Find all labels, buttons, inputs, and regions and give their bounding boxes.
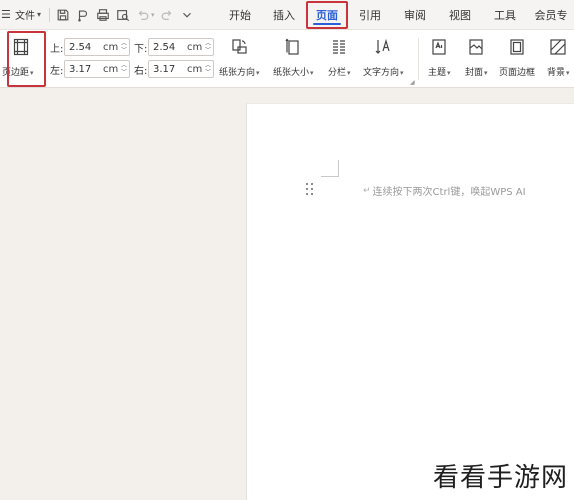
unit-label: cm bbox=[187, 63, 203, 75]
theme-icon bbox=[428, 36, 450, 58]
margin-corner-mark bbox=[338, 160, 339, 177]
ai-hint-text: 连续按下两次Ctrl键，唤起WPS AI bbox=[372, 187, 526, 198]
drag-handle-icon[interactable] bbox=[306, 183, 316, 197]
columns-icon bbox=[328, 36, 350, 58]
margin-bottom-field: 下: 2.54 cm ︿ ﹀ bbox=[134, 38, 214, 56]
chevron-down-icon: ▾ bbox=[37, 10, 42, 19]
orientation-label: 纸张方向 bbox=[219, 68, 256, 78]
tab-insert[interactable]: 插入 bbox=[262, 0, 306, 30]
unit-label: cm bbox=[187, 41, 203, 53]
tab-label: 引用 bbox=[359, 9, 381, 22]
dropdown-icon: ▾ bbox=[566, 69, 570, 77]
spinner-icon[interactable]: ︿ ﹀ bbox=[205, 40, 211, 54]
margin-corner-mark bbox=[321, 176, 339, 177]
margin-top-label: 上: bbox=[50, 43, 64, 55]
export-pdf-icon[interactable] bbox=[75, 7, 90, 22]
tab-label: 开始 bbox=[229, 9, 251, 22]
background-label: 背景 bbox=[547, 68, 566, 78]
file-menu-label: 文件 bbox=[15, 11, 35, 22]
print-preview-icon[interactable] bbox=[115, 7, 130, 22]
tab-tools[interactable]: 工具 bbox=[482, 0, 528, 30]
paper-size-label: 纸张大小 bbox=[273, 68, 310, 78]
unit-label: cm bbox=[103, 63, 119, 75]
tab-label: 审阅 bbox=[404, 9, 426, 22]
spinner-icon[interactable]: ︿ ﹀ bbox=[121, 40, 127, 54]
columns-label: 分栏 bbox=[328, 68, 347, 78]
dropdown-icon: ▾ bbox=[400, 69, 404, 77]
paragraph-mark-icon: ↵ bbox=[363, 185, 371, 196]
cover-icon bbox=[465, 36, 487, 58]
text-direction-icon bbox=[372, 36, 394, 58]
margin-left-input[interactable]: 3.17 cm ︿ ﹀ bbox=[64, 60, 130, 78]
save-icon[interactable] bbox=[55, 7, 70, 22]
ai-hint: ↵ 连续按下两次Ctrl键，唤起WPS AI bbox=[363, 183, 526, 199]
tab-view[interactable]: 视图 bbox=[438, 0, 482, 30]
dropdown-icon: ▾ bbox=[447, 69, 451, 77]
divider bbox=[49, 7, 51, 22]
background-icon bbox=[547, 36, 569, 58]
cover-label: 封面 bbox=[465, 68, 484, 78]
redo-icon[interactable] bbox=[160, 7, 175, 22]
margin-right-field: 右: 3.17 cm ︿ ﹀ bbox=[134, 60, 214, 78]
tab-label: 工具 bbox=[494, 9, 516, 22]
tab-label: 视图 bbox=[449, 9, 471, 22]
margin-bottom-input[interactable]: 2.54 cm ︿ ﹀ bbox=[148, 38, 214, 56]
tab-label: 插入 bbox=[273, 9, 295, 22]
paper-size-icon bbox=[282, 36, 304, 58]
theme-label: 主题 bbox=[428, 68, 447, 78]
dialog-launcher-icon[interactable]: ◢ bbox=[410, 79, 415, 86]
undo-icon[interactable] bbox=[135, 7, 150, 22]
tab-member[interactable]: 会员专 bbox=[528, 0, 574, 30]
text-direction-button[interactable]: 文字方向▾ bbox=[363, 36, 404, 78]
spinner-icon[interactable]: ︿ ﹀ bbox=[121, 62, 127, 76]
orientation-button[interactable]: 纸张方向▾ bbox=[219, 36, 260, 78]
menu-icon[interactable]: ☰ bbox=[0, 4, 11, 26]
orientation-icon bbox=[228, 36, 250, 58]
ribbon-toolbar: 页边距▾ 上: 2.54 cm ︿ ﹀ 下: 2.54 cm ︿ ﹀ 左: 3.17… bbox=[0, 30, 574, 88]
margin-left-label: 左: bbox=[50, 65, 64, 77]
margin-bottom-label: 下: bbox=[134, 43, 148, 55]
margin-top-input[interactable]: 2.54 cm ︿ ﹀ bbox=[64, 38, 130, 56]
background-button[interactable]: 背景▾ bbox=[547, 36, 570, 78]
dropdown-icon: ▾ bbox=[484, 69, 488, 77]
page-border-icon bbox=[506, 36, 528, 58]
spinner-icon[interactable]: ︿ ﹀ bbox=[205, 62, 211, 76]
theme-button[interactable]: 主题▾ bbox=[428, 36, 451, 78]
dropdown-icon: ▾ bbox=[310, 69, 314, 77]
tab-label: 会员专 bbox=[534, 9, 568, 22]
page-border-button[interactable]: 页面边框 bbox=[499, 36, 535, 78]
dropdown-icon: ▾ bbox=[347, 69, 351, 77]
margin-left-value: 3.17 bbox=[69, 63, 92, 75]
highlight-box bbox=[7, 31, 46, 87]
paper-size-button[interactable]: 纸张大小▾ bbox=[273, 36, 314, 78]
divider bbox=[418, 38, 419, 80]
tab-page[interactable]: 页面 bbox=[306, 0, 348, 30]
tab-home[interactable]: 开始 bbox=[218, 0, 262, 30]
margin-top-value: 2.54 bbox=[69, 41, 92, 53]
file-menu[interactable]: 文件 ▾ bbox=[12, 4, 44, 25]
margin-right-input[interactable]: 3.17 cm ︿ ﹀ bbox=[148, 60, 214, 78]
unit-label: cm bbox=[103, 41, 119, 53]
margin-bottom-value: 2.54 bbox=[153, 41, 176, 53]
undo-dropdown-icon[interactable]: ▾ bbox=[151, 11, 155, 19]
highlight-box bbox=[306, 1, 348, 29]
margin-right-label: 右: bbox=[134, 65, 148, 77]
columns-button[interactable]: 分栏▾ bbox=[328, 36, 351, 78]
margin-top-field: 上: 2.54 cm ︿ ﹀ bbox=[50, 38, 130, 56]
margin-left-field: 左: 3.17 cm ︿ ﹀ bbox=[50, 60, 130, 78]
ribbon-tabs: 开始 插入 页面 引用 审阅 视图 工具 会员专 bbox=[218, 0, 574, 30]
cover-button[interactable]: 封面▾ bbox=[465, 36, 488, 78]
print-icon[interactable] bbox=[95, 7, 110, 22]
watermark-logo: 看看手游网 bbox=[432, 463, 568, 493]
text-direction-label: 文字方向 bbox=[363, 68, 400, 78]
dropdown-icon: ▾ bbox=[256, 69, 260, 77]
tab-review[interactable]: 审阅 bbox=[392, 0, 438, 30]
page-border-label: 页面边框 bbox=[499, 68, 536, 78]
quick-access-toolbar: ▾ bbox=[55, 7, 195, 22]
more-chevron-icon[interactable] bbox=[180, 7, 195, 22]
tab-references[interactable]: 引用 bbox=[348, 0, 392, 30]
document-page[interactable] bbox=[246, 103, 574, 500]
margin-right-value: 3.17 bbox=[153, 63, 176, 75]
